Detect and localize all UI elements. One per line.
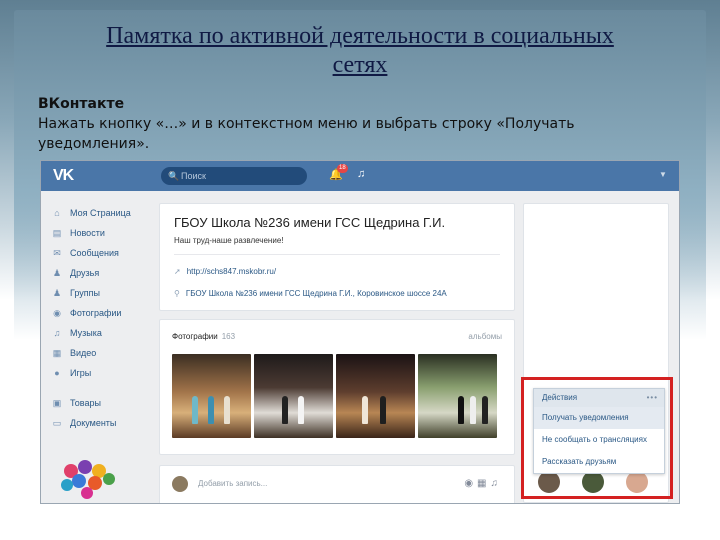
sidebar-item-music[interactable]: ♫ Музыка	[51, 323, 151, 343]
profile-card: ГБОУ Школа №236 имени ГСС Щедрина Г.И. Н…	[159, 203, 515, 311]
sidebar-item-messages[interactable]: ✉ Сообщения	[51, 243, 151, 263]
camera-icon[interactable]: ◉	[464, 478, 477, 489]
sidebar-item-groups[interactable]: ♟ Группы	[51, 283, 151, 303]
avatar	[172, 476, 188, 492]
search-input[interactable]: 🔍 Поиск	[161, 167, 307, 185]
photo-thumbnail[interactable]	[254, 354, 333, 438]
photo-thumbnail[interactable]	[418, 354, 497, 438]
chevron-down-icon[interactable]: ▼	[659, 170, 667, 179]
post-input[interactable]: Добавить запись...	[198, 479, 267, 488]
sidebar-item-friends[interactable]: ♟ Друзья	[51, 263, 151, 283]
slide-text: ВКонтакте Нажать кнопку «…» и в контекст…	[38, 94, 688, 154]
grid-icon[interactable]: ▦	[477, 478, 490, 489]
home-icon: ⌂	[54, 208, 60, 218]
sidebar-item-news[interactable]: ▤ Новости	[51, 223, 151, 243]
photo-strip	[172, 354, 497, 438]
divider	[174, 254, 500, 255]
groups-icon: ♟	[52, 287, 62, 298]
photos-card: Фотографии 163 альбомы	[159, 319, 515, 455]
profile-status: Наш труд-наше развлечение!	[174, 236, 284, 245]
flowers-image	[61, 460, 115, 499]
photos-count: 163	[221, 332, 236, 341]
search-placeholder: Поиск	[181, 171, 206, 181]
sidebar-item-docs[interactable]: ▭ Документы	[51, 413, 151, 433]
location-icon: ⚲	[174, 289, 180, 298]
sidebar-item-photos[interactable]: ◉ Фотографии	[51, 303, 151, 323]
video-icon: ▦	[52, 347, 62, 358]
games-icon: ●	[54, 368, 60, 378]
vk-header: VK 🔍 Поиск 🔔 18 ♫ ▼	[41, 161, 679, 191]
photo-thumbnail[interactable]	[336, 354, 415, 438]
slide-instruction: Нажать кнопку «…» и в контекстном меню и…	[38, 116, 575, 152]
sidebar-item-games[interactable]: ● Игры	[51, 363, 151, 383]
slide-heading: ВКонтакте	[38, 96, 125, 112]
highlight-frame	[521, 377, 673, 499]
post-attach-icons: ◉▦♫	[464, 478, 502, 489]
music-note-icon[interactable]: ♫	[357, 168, 365, 180]
vk-screenshot: VK 🔍 Поиск 🔔 18 ♫ ▼ ⌂ Моя Страница ▤ Новос…	[40, 160, 680, 504]
market-icon: ▣	[52, 397, 62, 408]
sidebar-nav: ⌂ Моя Страница ▤ Новости ✉ Сообщения ♟ Друзь…	[51, 203, 151, 433]
albums-link[interactable]: альбомы	[468, 332, 502, 341]
news-icon: ▤	[52, 227, 62, 238]
music-note-icon[interactable]: ♫	[491, 478, 503, 489]
photo-thumbnail[interactable]	[172, 354, 251, 438]
link-icon: ➚	[174, 267, 181, 276]
vk-logo[interactable]: VK	[53, 167, 74, 185]
sidebar-item-market[interactable]: ▣ Товары	[51, 393, 151, 413]
profile-website[interactable]: ➚ http://schs847.mskobr.ru/	[174, 267, 276, 276]
docs-icon: ▭	[52, 417, 62, 428]
notification-badge: 18	[337, 164, 348, 173]
music-icon: ♫	[53, 328, 61, 338]
slide-title: Памятка по активной деятельности в социа…	[106, 23, 614, 78]
sidebar-item-video[interactable]: ▦ Видео	[51, 343, 151, 363]
sidebar-item-my-page[interactable]: ⌂ Моя Страница	[51, 203, 151, 223]
search-icon: 🔍	[168, 171, 180, 181]
messages-icon: ✉	[53, 247, 61, 258]
new-post-box[interactable]: Добавить запись... ◉▦♫	[159, 465, 515, 503]
photos-title[interactable]: Фотографии 163	[172, 332, 235, 341]
photos-icon: ◉	[53, 307, 61, 318]
profile-address[interactable]: ⚲ ГБОУ Школа №236 имени ГСС Щедрина Г.И.,…	[174, 289, 447, 298]
profile-name: ГБОУ Школа №236 имени ГСС Щедрина Г.И.	[174, 215, 446, 230]
friends-icon: ♟	[52, 267, 62, 278]
